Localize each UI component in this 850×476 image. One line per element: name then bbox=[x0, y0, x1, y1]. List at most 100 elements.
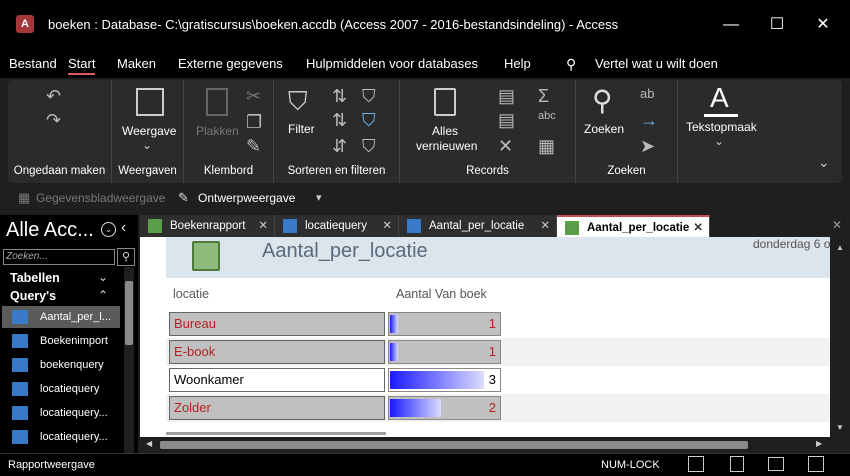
print-preview-icon[interactable] bbox=[730, 456, 744, 472]
nav-search-input[interactable]: Zoeken... bbox=[3, 249, 115, 265]
nav-title[interactable]: Alle Acc... bbox=[6, 219, 94, 242]
count-bar-cell[interactable]: 3 bbox=[388, 368, 501, 392]
replace-icon[interactable]: ab bbox=[640, 86, 654, 101]
design-view-button[interactable]: Ontwerpweergave bbox=[198, 191, 295, 205]
count-bar-cell[interactable]: 1 bbox=[388, 340, 501, 364]
report-view: Aantal_per_locatie donderdag 6 oktob loc… bbox=[140, 237, 830, 437]
report-horizontal-scrollbar[interactable]: ◀ ▶ bbox=[140, 437, 850, 453]
access-app-icon[interactable]: A bbox=[16, 15, 34, 33]
collapse-ribbon-icon[interactable]: ⌄ bbox=[818, 154, 830, 171]
nav-scroll-thumb[interactable] bbox=[125, 281, 133, 345]
nav-item-label: Aantal_per_l... bbox=[40, 311, 111, 323]
sort-ascending-icon[interactable]: ⇅ bbox=[332, 86, 347, 107]
sort-descending-icon[interactable]: ⇅ bbox=[332, 110, 347, 131]
query-icon bbox=[283, 219, 297, 233]
report-vertical-scrollbar[interactable]: ▲ ▼ bbox=[830, 237, 850, 437]
nav-item-locatiequery-2[interactable]: locatiequery... bbox=[2, 402, 120, 424]
document-tabs: Boekenrapport ✕ locatiequery ✕ Aantal_per_… bbox=[140, 215, 850, 237]
location-cell[interactable]: Bureau bbox=[169, 312, 385, 336]
scroll-left-icon[interactable]: ◀ bbox=[146, 439, 152, 448]
save-record-icon[interactable]: ▤ bbox=[498, 110, 515, 131]
cut-icon[interactable]: ✂ bbox=[246, 86, 261, 107]
horizontal-scroll-thumb[interactable] bbox=[160, 441, 748, 449]
chevron-down-icon[interactable]: ⌄ bbox=[98, 270, 108, 284]
scroll-right-icon[interactable]: ▶ bbox=[816, 439, 822, 448]
text-underline-bar bbox=[704, 114, 738, 117]
more-records-icon[interactable]: ▦ bbox=[538, 136, 555, 157]
selection-filter-icon[interactable]: ⛉ bbox=[362, 86, 376, 107]
text-format-chevron-icon: ⌄ bbox=[714, 134, 725, 148]
tab-locatiequery[interactable]: locatiequery ✕ bbox=[275, 215, 399, 237]
tab-boekenrapport[interactable]: Boekenrapport ✕ bbox=[140, 215, 275, 237]
tab-aantal-per-locatie-query[interactable]: Aantal_per_locatie ✕ bbox=[399, 215, 557, 237]
report-date: donderdag 6 oktob bbox=[753, 237, 830, 251]
goto-icon[interactable]: → bbox=[640, 110, 658, 131]
close-tab-icon[interactable]: ✕ bbox=[693, 217, 703, 239]
text-format-button[interactable]: Tekstopmaak bbox=[686, 120, 757, 134]
nav-section-tables[interactable]: Tabellen bbox=[10, 271, 60, 285]
find-button[interactable]: Zoeken bbox=[584, 122, 624, 136]
datasheet-view-button[interactable]: Gegevensbladweergave bbox=[36, 191, 165, 205]
nav-item-boekenimport[interactable]: Boekenimport bbox=[2, 330, 120, 352]
scroll-up-icon[interactable]: ▲ bbox=[836, 243, 844, 252]
new-record-icon[interactable]: ▤ bbox=[498, 86, 515, 107]
nav-item-boekenquery[interactable]: boekenquery bbox=[2, 354, 120, 376]
menu-maken[interactable]: Maken bbox=[117, 56, 156, 71]
query-icon bbox=[12, 310, 28, 324]
chevron-up-icon[interactable]: ⌃ bbox=[98, 288, 108, 302]
nav-item-locatiequery[interactable]: locatiequery bbox=[2, 378, 120, 400]
redo-icon[interactable]: ↷ bbox=[46, 110, 61, 131]
column-header-count: Aantal Van boek bbox=[396, 287, 487, 301]
nav-scrollbar[interactable] bbox=[124, 267, 134, 453]
totals-icon[interactable]: Σ bbox=[538, 86, 549, 107]
undo-icon[interactable]: ↶ bbox=[46, 86, 61, 107]
search-icon[interactable]: ⚲ bbox=[117, 248, 135, 266]
advanced-filter-icon[interactable]: ⛉ bbox=[362, 110, 376, 131]
view-button[interactable]: Weergave bbox=[122, 124, 176, 138]
group-text-format: A Tekstopmaak ⌄ bbox=[678, 80, 778, 183]
paste-button[interactable]: Plakken bbox=[196, 124, 239, 138]
nav-item-label: locatiequery bbox=[40, 383, 100, 395]
menu-help[interactable]: Help bbox=[504, 56, 531, 71]
customize-dropdown-icon[interactable]: ▾ bbox=[316, 191, 322, 204]
menu-hulpmiddelen[interactable]: Hulpmiddelen voor databases bbox=[306, 56, 478, 71]
maximize-button[interactable]: ☐ bbox=[754, 8, 800, 42]
count-bar-cell[interactable]: 2 bbox=[388, 396, 501, 420]
format-painter-icon[interactable]: ✎ bbox=[246, 136, 261, 157]
report-view-icon[interactable] bbox=[688, 456, 704, 472]
close-button[interactable]: ✕ bbox=[800, 8, 846, 42]
layout-view-icon[interactable] bbox=[768, 457, 784, 471]
select-icon[interactable]: ➤ bbox=[640, 136, 655, 157]
nav-section-queries[interactable]: Query's bbox=[10, 289, 56, 303]
menu-bestand[interactable]: Bestand bbox=[9, 56, 57, 71]
copy-icon[interactable]: ❐ bbox=[246, 112, 262, 133]
refresh-all-button[interactable]: vernieuwen bbox=[416, 139, 477, 153]
location-cell[interactable]: Woonkamer bbox=[169, 368, 385, 392]
scroll-down-icon[interactable]: ▼ bbox=[836, 423, 844, 432]
nav-dropdown-icon[interactable]: ⌄ bbox=[101, 222, 116, 237]
group-label-views: Weergaven bbox=[118, 165, 177, 177]
remove-sort-icon[interactable]: ⇵ bbox=[332, 136, 347, 157]
filter-button[interactable]: Filter bbox=[288, 122, 315, 136]
toggle-filter-icon[interactable]: ⛉ bbox=[362, 136, 376, 157]
location-cell[interactable]: Zolder bbox=[169, 396, 385, 420]
nav-item-aantal-per-locatie[interactable]: Aantal_per_l... bbox=[2, 306, 120, 328]
location-cell[interactable]: E-book bbox=[169, 340, 385, 364]
close-tab-icon[interactable]: ✕ bbox=[382, 215, 392, 237]
menu-externe-gegevens[interactable]: Externe gegevens bbox=[178, 56, 283, 71]
design-view-status-icon[interactable] bbox=[808, 456, 824, 472]
close-tab-icon[interactable]: ✕ bbox=[540, 215, 550, 237]
tab-aantal-per-locatie-report[interactable]: Aantal_per_locatie ✕ bbox=[557, 215, 710, 237]
minimize-button[interactable]: — bbox=[708, 8, 754, 42]
close-tab-icon[interactable]: ✕ bbox=[258, 215, 268, 237]
tell-me-box[interactable]: Vertel wat u wilt doen bbox=[595, 56, 718, 71]
count-bar-cell[interactable]: 1 bbox=[388, 312, 501, 336]
refresh-all-line1[interactable]: Alles bbox=[432, 124, 458, 138]
close-document-icon[interactable]: ✕ bbox=[832, 218, 842, 232]
nav-item-locatiequery-3[interactable]: locatiequery... bbox=[2, 426, 120, 448]
tab-label: Boekenrapport bbox=[170, 220, 246, 232]
menu-start[interactable]: Start bbox=[68, 56, 96, 75]
collapse-nav-icon[interactable]: ‹ bbox=[121, 219, 126, 237]
delete-record-icon[interactable]: ✕ bbox=[498, 136, 513, 157]
spelling-icon[interactable]: abc bbox=[538, 110, 556, 122]
